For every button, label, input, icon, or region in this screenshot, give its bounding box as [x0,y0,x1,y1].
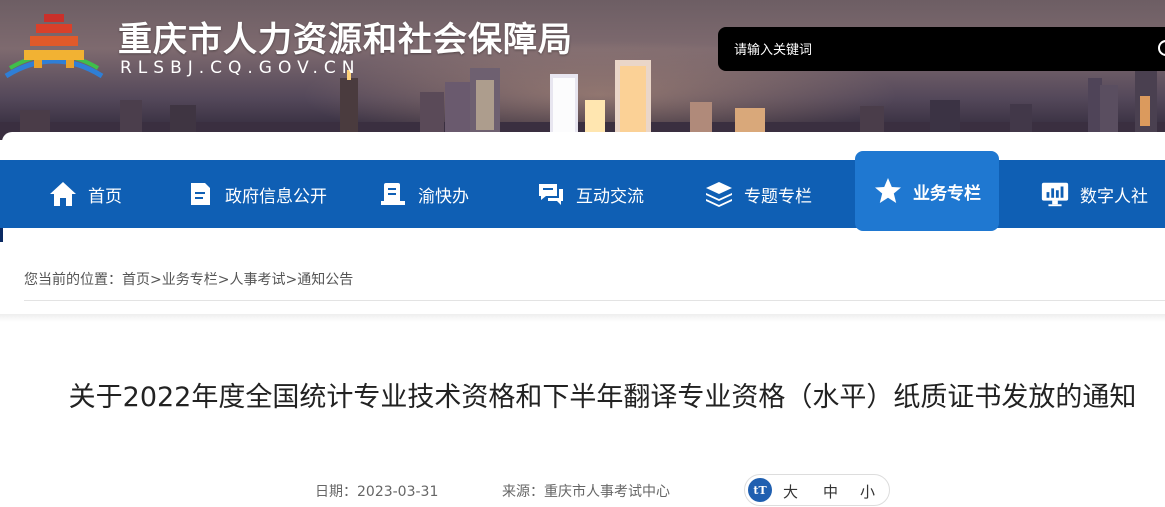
search-bar [718,27,1165,71]
section-divider [0,314,1165,322]
nav-item-label: 互动交流 [576,186,644,207]
monitor-icon [1040,179,1070,209]
search-input[interactable] [732,38,1136,62]
font-size-switcher: tT 大 中 小 [744,474,890,506]
nav-item-label: 专题专栏 [744,186,812,207]
breadcrumb-link-business[interactable]: 业务专栏 [162,272,218,288]
breadcrumb-link-exam[interactable]: 人事考试 [229,272,285,288]
breadcrumb-link-notices[interactable]: 通知公告 [297,272,353,288]
breadcrumb-separator: > [217,272,230,288]
nav-item-label: 渝快办 [418,186,469,207]
source-label: 来源： [502,484,544,500]
nav-item-digital[interactable]: 数字人社 [1040,160,1148,228]
nav-item-business[interactable]: 业务专栏 [855,151,999,231]
font-large-button[interactable]: 大 [783,481,798,502]
font-size-icon: tT [748,478,772,502]
nav-item-label: 业务专栏 [913,183,981,204]
nav-item-special-topics[interactable]: 专题专栏 [704,160,812,228]
home-icon [48,179,78,209]
date-value: 2023-03-31 [357,484,439,500]
nav-item-label: 政府信息公开 [225,186,327,207]
nav-item-label: 数字人社 [1080,186,1148,207]
breadcrumb-separator: > [285,272,298,288]
nav-item-yukuaiban[interactable]: 渝快办 [378,160,469,228]
nav-item-label: 首页 [88,186,122,207]
main-nav: 首页 政府信息公开 渝快办 互动交流 专题专栏 业务专栏 数字人社 [0,151,1165,231]
nav-item-gov-info[interactable]: 政府信息公开 [185,160,327,228]
logo-icon [4,14,104,79]
site-domain: RLSBJ.CQ.GOV.CN [120,58,361,78]
chat-icon [536,179,566,209]
breadcrumb-prefix: 您当前的位置： [24,272,122,288]
date-label: 日期： [315,484,357,500]
layers-icon [704,179,734,209]
breadcrumb: 您当前的位置：首页>业务专栏>人事考试>通知公告 [24,262,1165,301]
star-icon [873,176,903,206]
article-title: 关于2022年度全国统计专业技术资格和下半年翻译专业资格（水平）纸质证书发放的通… [68,382,1137,413]
nav-item-home[interactable]: 首页 [48,160,122,228]
document-icon [185,179,215,209]
source-value: 重庆市人事考试中心 [544,484,670,500]
font-small-button[interactable]: 小 [860,481,875,502]
article-date: 日期：2023-03-31 [315,481,438,501]
breadcrumb-separator: > [150,272,162,288]
search-icon[interactable] [1156,38,1165,60]
site-title: 重庆市人力资源和社会保障局 [118,20,573,60]
nav-item-interaction[interactable]: 互动交流 [536,160,644,228]
book-icon [378,179,408,209]
header-banner: 重庆市人力资源和社会保障局 RLSBJ.CQ.GOV.CN [0,0,1165,140]
font-medium-button[interactable]: 中 [823,481,838,502]
breadcrumb-link-home[interactable]: 首页 [122,272,150,288]
article-source: 来源：重庆市人事考试中心 [502,481,670,501]
